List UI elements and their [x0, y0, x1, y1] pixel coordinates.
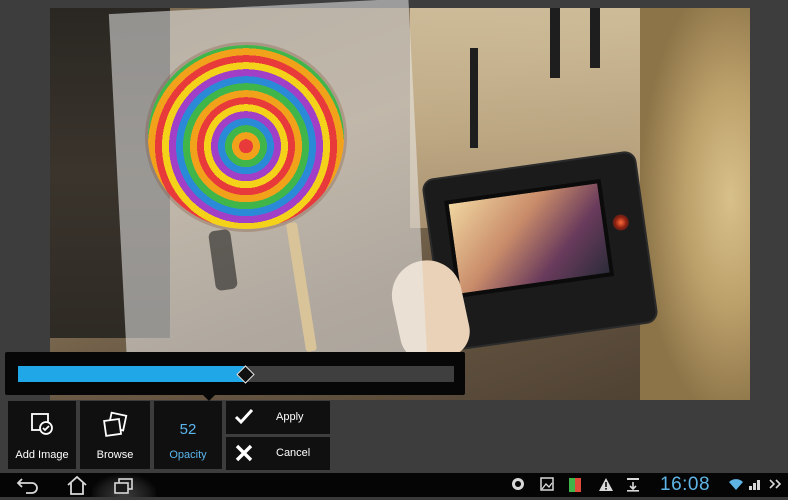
battery-icon — [768, 477, 784, 496]
chat-icon — [511, 477, 525, 496]
photo-chair-leg — [590, 8, 600, 68]
opacity-slider-track[interactable] — [18, 365, 454, 384]
photo-tablet-screen — [444, 178, 615, 298]
opacity-slider-fill — [18, 366, 245, 382]
checkmark-icon — [234, 407, 254, 432]
add-image-button[interactable]: Add Image — [8, 401, 76, 469]
download-icon — [626, 477, 640, 497]
browse-button[interactable]: Browse — [80, 401, 150, 469]
system-bar: 16:08 — [0, 473, 788, 497]
recent-apps-button[interactable] — [92, 473, 156, 497]
photo-tablet-button — [611, 213, 630, 232]
photo-person-hair — [640, 8, 750, 400]
apply-button[interactable]: Apply — [226, 401, 330, 434]
opacity-button[interactable]: 52 Opacity — [154, 401, 222, 469]
gallery-icon — [540, 477, 554, 496]
wifi-icon — [728, 477, 744, 496]
photo-editor-app: Add Image Browse 52 Opacity Apply Cancel — [0, 0, 788, 473]
back-icon[interactable] — [16, 475, 40, 495]
warning-icon — [598, 477, 614, 497]
photo-chair-leg — [550, 8, 560, 78]
photo-chair-leg — [470, 48, 478, 148]
signal-icon — [748, 477, 764, 496]
browse-label: Browse — [96, 449, 134, 461]
cancel-button[interactable]: Cancel — [226, 437, 330, 470]
add-image-label: Add Image — [15, 449, 69, 461]
cancel-label: Cancel — [276, 447, 311, 459]
x-icon — [234, 443, 254, 468]
opacity-label: Opacity — [169, 449, 207, 461]
opacity-slider-panel — [5, 352, 465, 401]
browse-photos-icon — [80, 411, 150, 444]
apply-label: Apply — [276, 411, 304, 423]
app-icon — [568, 477, 582, 498]
home-icon[interactable] — [66, 475, 88, 495]
clock: 16:08 — [660, 474, 711, 495]
add-image-icon — [8, 411, 76, 442]
lollipop-image — [148, 45, 344, 229]
opacity-value: 52 — [179, 421, 197, 438]
recent-apps-icon — [114, 478, 134, 499]
